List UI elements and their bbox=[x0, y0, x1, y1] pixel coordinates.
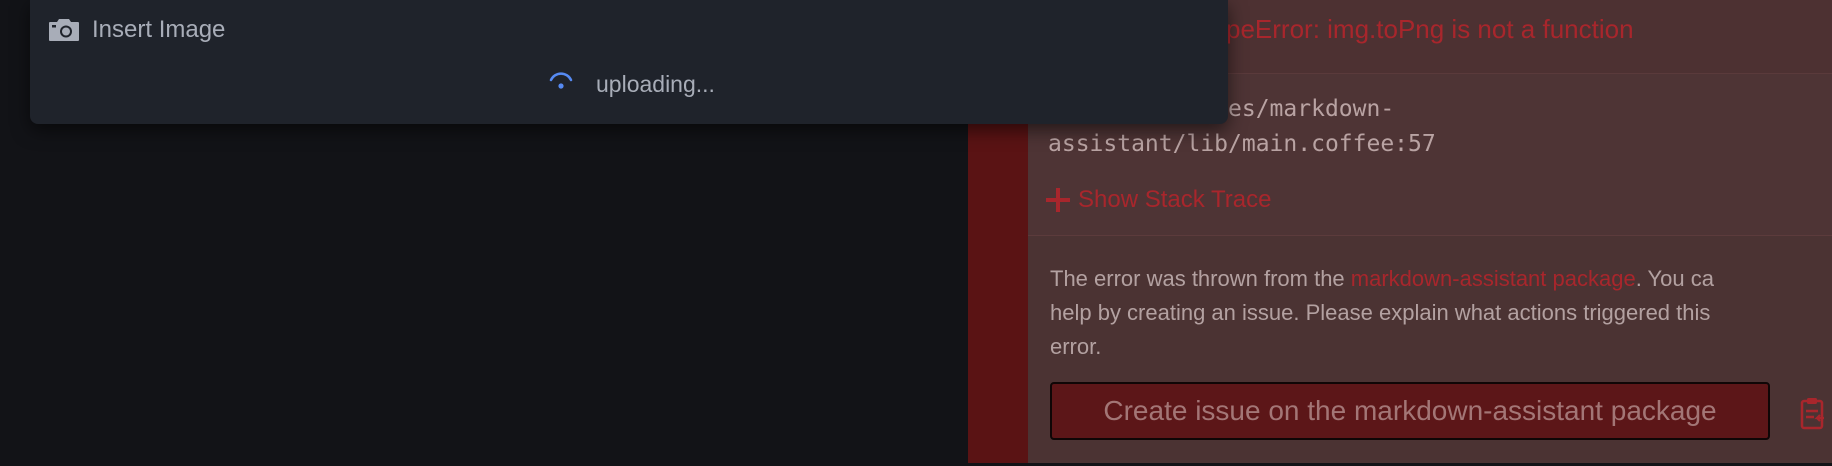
error-description: The error was thrown from the markdown-a… bbox=[1050, 262, 1714, 364]
error-description-row: The error was thrown from the markdown-a… bbox=[1028, 236, 1832, 463]
create-issue-button[interactable]: Create issue on the markdown-assistant p… bbox=[1050, 382, 1770, 440]
spinner-icon bbox=[549, 72, 573, 89]
clipboard-icon[interactable] bbox=[1800, 396, 1826, 430]
show-stack-trace-label: Show Stack Trace bbox=[1078, 186, 1272, 213]
insert-image-dialog: Insert Image uploading... bbox=[30, 0, 1228, 124]
create-issue-label: Create issue on the markdown-assistant p… bbox=[1103, 395, 1717, 426]
error-description-line: help by creating an issue. Please explai… bbox=[1050, 300, 1711, 325]
show-stack-trace-toggle[interactable]: Show Stack Trace bbox=[1046, 182, 1271, 218]
error-message: peError: img.toPng is not a function bbox=[1226, 14, 1634, 44]
camera-icon bbox=[49, 19, 79, 41]
plus-icon bbox=[1046, 188, 1070, 212]
error-detail-line: assistant/lib/main.coffee:57 bbox=[1048, 131, 1436, 157]
error-description-text: . You ca bbox=[1635, 266, 1715, 291]
error-description-line: The error was thrown from the markdown-a… bbox=[1050, 262, 1714, 296]
upload-status-text: uploading... bbox=[596, 70, 715, 97]
dialog-title: Insert Image bbox=[92, 16, 226, 43]
dialog-header: Insert Image bbox=[48, 12, 225, 48]
upload-status: uploading... bbox=[546, 66, 715, 102]
package-link[interactable]: markdown-assistant package bbox=[1351, 266, 1636, 291]
error-description-line: error. bbox=[1050, 334, 1102, 359]
error-description-text: The error was thrown from the bbox=[1050, 266, 1351, 291]
